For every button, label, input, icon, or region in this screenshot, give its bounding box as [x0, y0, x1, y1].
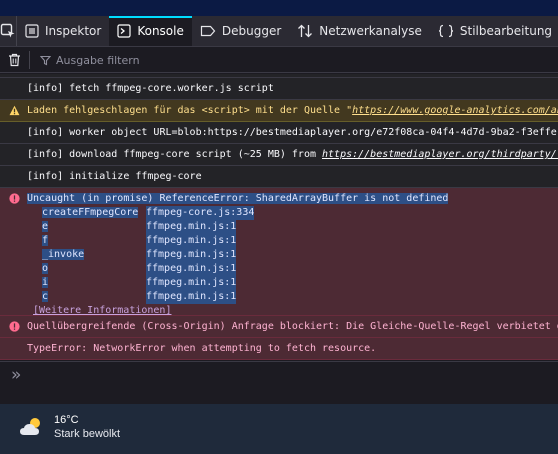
warning-source-link[interactable]: https://www.google-analytics.com/an — [352, 105, 558, 116]
stack-frame-function: createFFmpegCore — [42, 207, 139, 218]
tab-debugger[interactable]: Debugger — [192, 16, 289, 46]
console-icon — [117, 24, 131, 38]
stack-frame[interactable]: o ffmpeg.min.js:1 — [27, 262, 558, 276]
tab-inspector[interactable]: Inspektor — [17, 16, 109, 46]
console-message: [info] fetch ffmpeg-core.worker.js scrip… — [0, 78, 558, 100]
download-text: [info] download ffmpeg-core script (~25 … — [27, 149, 323, 160]
inspector-icon — [25, 24, 39, 38]
trash-icon — [9, 53, 20, 67]
warning-icon — [9, 105, 20, 116]
style-editor-icon — [438, 24, 453, 38]
cloud-sun-icon — [20, 418, 40, 435]
console-message: [info] initialize ffmpeg-core — [0, 166, 558, 188]
clear-console-button[interactable] — [0, 51, 30, 69]
stack-frame-function: f — [42, 235, 49, 246]
download-url-link[interactable]: https://bestmediaplayer.org/thirdparty/f — [322, 149, 558, 160]
console-toolbar — [0, 48, 558, 73]
picker-icon — [0, 23, 15, 38]
stack-frame-location[interactable]: ffmpeg.min.js:1 — [146, 220, 237, 234]
filter-input[interactable] — [56, 53, 256, 67]
filter-icon — [40, 55, 51, 65]
tab-label: Inspektor — [45, 24, 102, 38]
stack-trace: createFFmpegCore ffmpeg-core.js:334 e ffmpe… — [27, 206, 558, 304]
stack-frame-function: c — [42, 291, 49, 302]
message-text: [info] worker object URL=blob:https://be… — [27, 127, 557, 138]
tab-label: Stilbearbeitung — [459, 24, 553, 38]
taskbar: 16°C Stark bewölkt — [0, 404, 558, 454]
more-info-link[interactable]: [Weitere Informationen] — [27, 304, 558, 316]
tab-label: Netzwerkanalyse — [319, 24, 422, 38]
stack-frame-function: o — [42, 263, 49, 274]
tab-network[interactable]: Netzwerkanalyse — [289, 16, 430, 46]
element-picker-button[interactable] — [0, 16, 17, 46]
stack-frame[interactable]: e ffmpeg.min.js:1 — [27, 220, 558, 234]
network-icon — [298, 24, 313, 38]
error-icon — [9, 321, 20, 332]
console-warning: Laden fehlgeschlagen für das <script> mi… — [0, 100, 558, 122]
stack-frame[interactable]: c ffmpeg.min.js:1 — [27, 290, 558, 304]
message-text: [info] initialize ffmpeg-core — [27, 171, 202, 182]
stack-frame-location[interactable]: ffmpeg.min.js:1 — [146, 248, 237, 262]
weather-widget[interactable]: 16°C Stark bewölkt — [18, 414, 120, 440]
console-output[interactable]: [info] fetch ffmpeg-core.worker.js scrip… — [0, 74, 558, 360]
console-message: [info] download ffmpeg-core script (~25 … — [0, 144, 558, 166]
stack-frame-location[interactable]: ffmpeg-core.js:334 — [146, 206, 255, 220]
tab-label: Konsole — [137, 24, 184, 38]
error-icon — [9, 193, 20, 204]
tab-style-editor[interactable]: Stilbearbeitung — [430, 16, 558, 46]
error-message[interactable]: Uncaught (in promise) ReferenceError: Sh… — [27, 192, 558, 206]
tab-console[interactable]: Konsole — [109, 16, 192, 46]
stack-frame-location[interactable]: ffmpeg.min.js:1 — [146, 276, 237, 290]
message-text: Quellübergreifende (Cross-Origin) Anfrag… — [27, 321, 558, 332]
message-text: Laden fehlgeschlagen für das <script> mi… — [27, 100, 558, 121]
stack-frame[interactable]: i ffmpeg.min.js:1 — [27, 276, 558, 290]
weather-temperature: 16°C — [54, 414, 79, 426]
devtools-tabbar: Inspektor Konsole Debugger Netzwerkanaly… — [0, 16, 558, 47]
console-input[interactable]: » — [0, 361, 558, 401]
error-message-text: Uncaught (in promise) ReferenceError: Sh… — [27, 193, 449, 204]
window-top-strip — [0, 0, 558, 16]
console-message: [info] worker object URL=blob:https://be… — [0, 122, 558, 144]
debugger-icon — [200, 25, 216, 37]
message-text: [info] download ffmpeg-core script (~25 … — [27, 144, 558, 165]
console-error: Uncaught (in promise) ReferenceError: Sh… — [0, 188, 558, 316]
stack-frame[interactable]: _invoke ffmpeg.min.js:1 — [27, 248, 558, 262]
stack-frame-location[interactable]: ffmpeg.min.js:1 — [146, 290, 237, 304]
prompt-chevron-icon: » — [11, 365, 22, 385]
console-error: Quellübergreifende (Cross-Origin) Anfrag… — [0, 316, 558, 338]
message-text: [info] fetch ffmpeg-core.worker.js scrip… — [27, 83, 274, 94]
stack-frame[interactable]: createFFmpegCore ffmpeg-core.js:334 — [27, 206, 558, 220]
stack-frame-function: e — [42, 221, 49, 232]
stack-frame-function: _invoke — [42, 249, 85, 260]
tab-label: Debugger — [221, 24, 282, 38]
filter-box — [30, 53, 256, 67]
more-info-text: [Weitere Informationen] — [33, 305, 172, 316]
stack-frame-location[interactable]: ffmpeg.min.js:1 — [146, 234, 237, 248]
stack-frame-location[interactable]: ffmpeg.min.js:1 — [146, 262, 237, 276]
message-text: TypeError: NetworkError when attempting … — [27, 343, 377, 354]
weather-text: 16°C Stark bewölkt — [54, 414, 120, 440]
stack-frame-function: i — [42, 277, 49, 288]
console-error: TypeError: NetworkError when attempting … — [0, 338, 558, 360]
weather-condition: Stark bewölkt — [54, 428, 121, 440]
warning-text: Laden fehlgeschlagen für das <script> mi… — [27, 105, 353, 116]
stack-frame[interactable]: f ffmpeg.min.js:1 — [27, 234, 558, 248]
